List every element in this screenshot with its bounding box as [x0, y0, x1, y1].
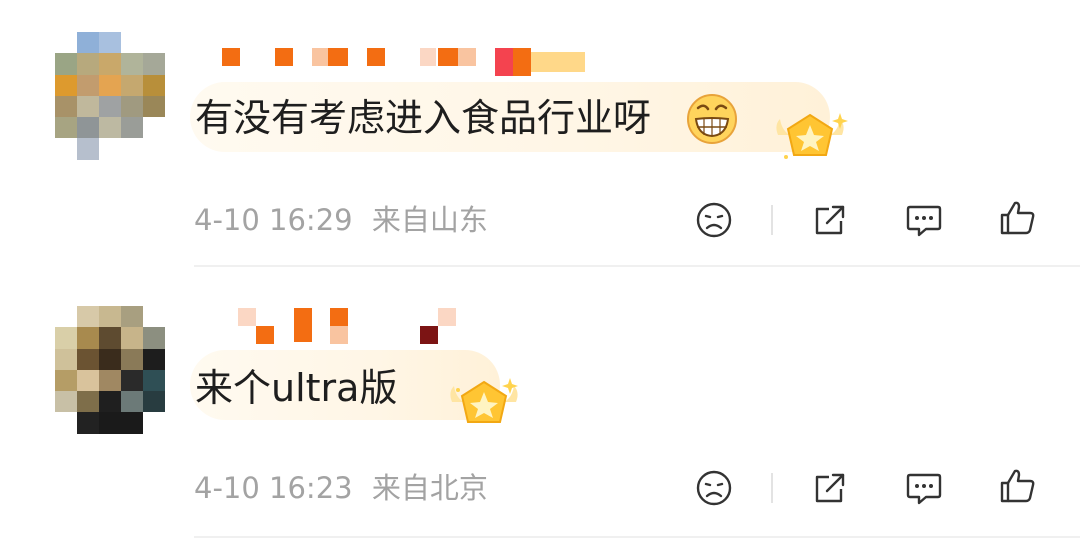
comment-text: 来个ultra版 [195, 366, 398, 410]
like-icon [1000, 469, 1035, 503]
reply-button[interactable] [902, 466, 946, 510]
comment-meta: 4-10 16:29 来自山东 [194, 202, 488, 238]
comment-location: 来自北京 [371, 471, 488, 505]
star-medal-icon [450, 378, 518, 423]
grinning-face-emoji [687, 94, 737, 144]
action-separator [771, 205, 773, 235]
comment-location: 来自山东 [371, 203, 488, 237]
comment-meta: 4-10 16:23 来自北京 [194, 470, 488, 506]
comment-item: 有没有考虑进入食品行业呀 4-10 16:29 来自山东 [0, 0, 1080, 268]
like-button[interactable] [996, 464, 1040, 508]
comment-text: 有没有考虑进入食品行业呀 [195, 96, 652, 140]
like-icon [1000, 201, 1035, 235]
avatar[interactable] [55, 306, 165, 434]
comment-divider [194, 265, 1080, 267]
action-separator [771, 473, 773, 503]
comment-divider [194, 536, 1080, 538]
share-icon [815, 473, 845, 503]
comment-item: 来个ultra版 4-10 16:23 来自北京 [0, 268, 1080, 542]
star-medal-icon [776, 113, 848, 159]
username-pixelated[interactable] [220, 48, 600, 78]
share-icon [815, 205, 845, 235]
avatar[interactable] [55, 32, 165, 160]
reply-icon [906, 473, 942, 505]
unhappy-face-icon [696, 470, 732, 506]
dislike-button[interactable] [692, 466, 736, 510]
unhappy-face-icon [696, 202, 732, 238]
like-button[interactable] [996, 196, 1040, 240]
dislike-button[interactable] [692, 198, 736, 242]
comment-time: 4-10 16:29 [194, 203, 353, 237]
reply-icon [906, 205, 942, 237]
share-button[interactable] [808, 466, 852, 510]
share-button[interactable] [808, 198, 852, 242]
comment-time: 4-10 16:23 [194, 471, 353, 505]
reply-button[interactable] [902, 198, 946, 242]
username-pixelated[interactable] [220, 308, 480, 344]
